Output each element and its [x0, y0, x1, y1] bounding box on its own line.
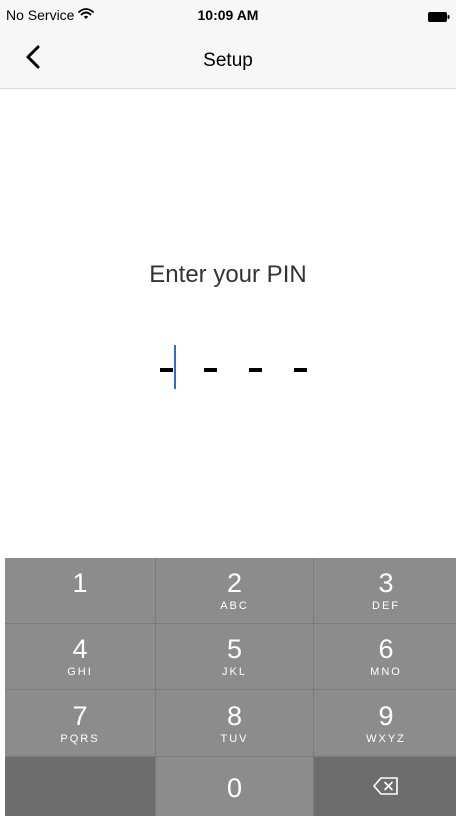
key-digit: 5: [226, 634, 243, 664]
key-1[interactable]: 1: [5, 558, 155, 623]
page-title: Setup: [203, 50, 253, 71]
numeric-keypad: 1 2 ABC 3 DEF 4 GHI 5 JKL 6 MNO 7 PQRS 8: [5, 558, 456, 816]
key-digit: 4: [72, 634, 88, 664]
battery-icon: [428, 9, 450, 22]
pin-slot: [294, 368, 307, 372]
key-letters: GHI: [67, 666, 93, 678]
key-4[interactable]: 4 GHI: [5, 624, 155, 689]
key-5[interactable]: 5 JKL: [156, 624, 313, 689]
status-time: 10:09 AM: [197, 7, 259, 23]
key-2[interactable]: 2 ABC: [156, 558, 313, 623]
key-8[interactable]: 8 TUV: [156, 690, 313, 756]
pin-slot: [160, 368, 173, 372]
backspace-icon: [373, 776, 399, 801]
key-digit: 0: [226, 773, 243, 803]
key-digit: 1: [72, 568, 88, 598]
key-7[interactable]: 7 PQRS: [5, 690, 155, 756]
key-digit: 7: [72, 700, 88, 731]
pin-slot: [204, 368, 217, 372]
pin-prompt: Enter your PIN: [149, 261, 307, 288]
nav-bar: Setup: [0, 30, 456, 89]
key-6[interactable]: 6 MNO: [314, 624, 456, 689]
key-letters: MNO: [370, 666, 402, 678]
pin-slot: [249, 368, 262, 372]
key-digit: 2: [226, 568, 243, 598]
key-digit: 6: [378, 634, 394, 664]
key-0[interactable]: 0: [156, 757, 313, 816]
phone-screen: No Service 10:09 AM Setup Enter your PIN…: [0, 0, 456, 816]
key-letters: WXYZ: [366, 732, 406, 745]
text-cursor: [174, 345, 176, 389]
key-3[interactable]: 3 DEF: [314, 558, 456, 623]
key-letters: ABC: [220, 600, 249, 612]
key-9[interactable]: 9 WXYZ: [314, 690, 456, 756]
delete-button[interactable]: [314, 757, 456, 816]
key-letters: TUV: [220, 732, 249, 745]
pin-entry-area: Enter your PIN: [0, 89, 456, 558]
key-blank: [5, 757, 155, 816]
key-letters: DEF: [372, 600, 400, 612]
pin-input[interactable]: [156, 345, 316, 395]
status-bar: No Service 10:09 AM: [0, 0, 456, 30]
key-digit: 8: [226, 700, 243, 731]
key-digit: 9: [378, 700, 394, 731]
key-letters: JKL: [222, 666, 247, 678]
key-letters: PQRS: [60, 732, 100, 745]
key-digit: 3: [378, 568, 394, 598]
